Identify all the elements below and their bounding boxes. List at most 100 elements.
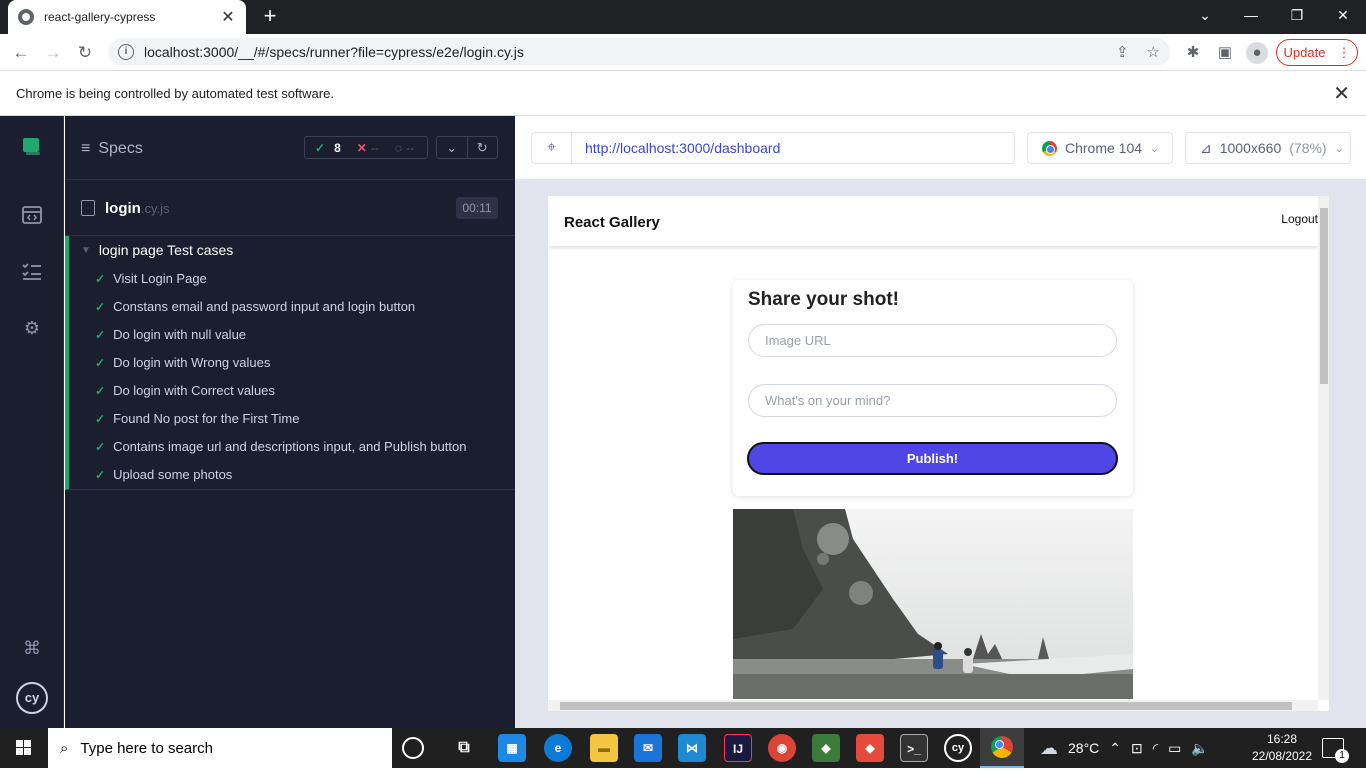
address-bar[interactable]: i localhost:3000/__/#/specs/runner?file=… <box>108 38 1170 66</box>
share-icon[interactable]: ⇪ <box>1116 43 1129 61</box>
test-item[interactable]: ✓ Found No post for the First Time <box>95 411 299 426</box>
start-button[interactable] <box>0 728 48 768</box>
collapse-chevron-icon[interactable]: ⌄ <box>437 137 468 158</box>
tab-search-icon[interactable]: ⌄ <box>1182 0 1228 30</box>
browser-tab[interactable]: react-gallery-cypress ✕ <box>8 0 246 34</box>
notification-center-icon[interactable]: 1 <box>1322 738 1349 763</box>
clock-date: 22/08/2022 <box>1251 749 1313 763</box>
globe-icon <box>18 9 34 25</box>
close-window-button[interactable]: ✕ <box>1320 0 1366 30</box>
test-item[interactable]: ✓ Do login with null value <box>95 327 246 342</box>
description-input[interactable]: What's on your mind? <box>748 384 1117 417</box>
pass-check-icon: ✓ <box>95 299 106 314</box>
test-item[interactable]: ✓ Contains image url and descriptions inp… <box>95 439 466 454</box>
volume-icon[interactable]: 🔈 <box>1191 740 1208 757</box>
test-item[interactable]: ✓ Visit Login Page <box>95 271 207 286</box>
logout-link[interactable]: Logout <box>1281 212 1318 226</box>
site-info-icon[interactable]: i <box>118 44 134 60</box>
tab-title: react-gallery-cypress <box>44 10 156 24</box>
publish-button[interactable]: Publish! <box>747 442 1118 475</box>
image-url-placeholder: Image URL <box>765 333 831 348</box>
taskbar-search[interactable]: ⌕ Type here to search <box>48 728 392 768</box>
test-item[interactable]: ✓ Constans email and password input and l… <box>95 299 415 314</box>
project-icon[interactable] <box>20 136 44 160</box>
test-stats: ✓ 8 ✕ -- ◌ -- <box>304 136 428 159</box>
cortana-icon[interactable] <box>402 737 424 759</box>
store-icon[interactable]: ▦ <box>498 734 526 762</box>
suite-title-row[interactable]: ▼ login page Test cases <box>81 242 233 258</box>
extensions-icon[interactable]: ✱ <box>1182 42 1204 64</box>
vertical-scroll-thumb[interactable] <box>1320 208 1328 384</box>
pending-count: -- <box>405 140 414 155</box>
file-explorer-icon[interactable]: ▬ <box>590 734 618 762</box>
weather-temp[interactable]: 28°C <box>1068 740 1099 756</box>
pending-spinner-icon: ◌ <box>394 140 402 155</box>
reporter-panel: ≡ Specs ✓ 8 ✕ -- ◌ -- ⌄ ↻ login.cy.js 00… <box>65 116 515 728</box>
close-tab-icon[interactable]: ✕ <box>220 7 236 27</box>
git-icon[interactable]: ◆ <box>856 734 884 762</box>
profile-avatar-icon[interactable]: ● <box>1246 42 1268 64</box>
side-panel-icon[interactable]: ▣ <box>1214 42 1236 64</box>
settings-gear-icon[interactable]: ⚙ <box>20 316 44 340</box>
infobar-text: Chrome is being controlled by automated … <box>16 85 334 101</box>
selector-playground-icon[interactable]: ⌖ <box>532 133 572 163</box>
rerun-icon[interactable]: ↻ <box>468 137 498 158</box>
card-title: Share your shot! <box>748 289 899 310</box>
terminal-icon[interactable]: >_ <box>900 734 928 762</box>
keyboard-shortcuts-icon[interactable]: ⌘ <box>20 636 44 660</box>
test-item[interactable]: ✓ Upload some photos <box>95 467 232 482</box>
task-view-icon[interactable]: ⧉ <box>450 734 478 762</box>
viewport-info[interactable]: ⊿ 1000x660 (78%) ⌄ <box>1185 132 1351 164</box>
forward-button[interactable]: → <box>40 40 66 66</box>
clock-time: 16:28 <box>1266 732 1298 746</box>
spec-file-name: login.cy.js <box>105 200 170 217</box>
browser-selector[interactable]: Chrome 104 ⌄ <box>1027 132 1173 164</box>
mail-icon[interactable]: ✉ <box>634 734 662 762</box>
wifi-icon[interactable]: ◜ <box>1153 740 1158 757</box>
pass-check-icon: ✓ <box>95 439 106 454</box>
chevron-up-icon[interactable]: ⌃ <box>1109 740 1121 757</box>
chrome-active-button[interactable] <box>980 728 1024 768</box>
description-placeholder: What's on your mind? <box>765 393 891 408</box>
cypress-app-icon[interactable]: cy <box>944 734 972 762</box>
new-tab-button[interactable]: + <box>258 4 282 28</box>
ruler-icon: ⊿ <box>1200 139 1212 156</box>
device-icon[interactable]: ⊡ <box>1131 740 1143 757</box>
horizontal-scrollbar[interactable] <box>548 700 1318 711</box>
bookmark-star-icon[interactable]: ☆ <box>1147 43 1160 61</box>
aut-url[interactable]: http://localhost:3000/dashboard <box>572 140 780 156</box>
vscode-icon[interactable]: ⋈ <box>678 734 706 762</box>
spec-duration: 00:11 <box>456 197 498 219</box>
pass-check-icon: ✓ <box>95 467 106 482</box>
chrome-profile-icon[interactable]: ◉ <box>768 734 796 762</box>
update-button[interactable]: Update ⋮ <box>1276 39 1358 66</box>
specs-list-icon[interactable] <box>20 260 44 284</box>
back-button[interactable]: ← <box>8 40 34 66</box>
git-gui-icon[interactable]: ◆ <box>812 734 840 762</box>
test-item[interactable]: ✓ Do login with Correct values <box>95 383 275 398</box>
runs-icon[interactable] <box>20 204 44 228</box>
edge-icon[interactable]: e <box>544 734 572 762</box>
cypress-logo-icon[interactable]: cy <box>16 682 48 714</box>
battery-icon[interactable]: ▭ <box>1168 740 1181 757</box>
app-brand[interactable]: React Gallery <box>564 214 660 231</box>
cypress-sidebar: ⚙ ⌘ cy <box>0 116 64 728</box>
spec-file-row[interactable]: login.cy.js 00:11 <box>65 180 515 236</box>
kebab-menu-icon: ⋮ <box>1337 44 1351 60</box>
clock[interactable]: 16:28 22/08/2022 <box>1248 731 1316 765</box>
browser-name: Chrome 104 <box>1065 140 1143 156</box>
address-url[interactable]: localhost:3000/__/#/specs/runner?file=cy… <box>144 44 1098 60</box>
reload-button[interactable]: ↻ <box>72 40 98 66</box>
close-infobar-icon[interactable]: ✕ <box>1333 81 1350 106</box>
specs-toggle[interactable]: ≡ Specs <box>81 140 143 158</box>
horizontal-scroll-thumb[interactable] <box>560 702 1292 710</box>
restore-button[interactable]: ❐ <box>1274 0 1320 30</box>
reporter-controls: ⌄ ↻ <box>436 136 498 159</box>
vertical-scrollbar[interactable] <box>1318 196 1329 700</box>
minimize-button[interactable]: — <box>1228 0 1274 30</box>
cloud-weather-icon[interactable]: ☁ <box>1040 738 1058 759</box>
test-item[interactable]: ✓ Do login with Wrong values <box>95 355 270 370</box>
pass-check-icon: ✓ <box>95 383 106 398</box>
intellij-icon[interactable]: IJ <box>724 734 752 762</box>
image-url-input[interactable]: Image URL <box>748 324 1117 357</box>
